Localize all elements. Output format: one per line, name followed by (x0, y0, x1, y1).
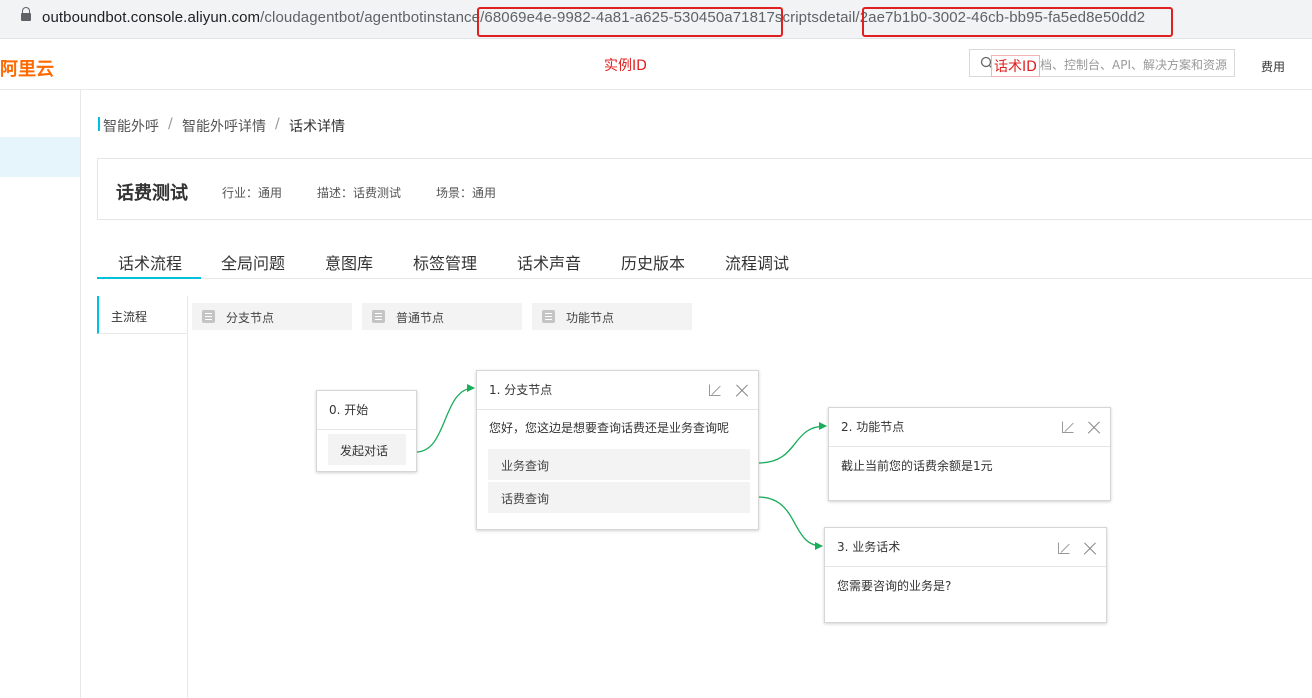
node-text: 您好，您这边是想要查询话费还是业务查询呢 (489, 421, 730, 435)
node-start[interactable]: 0. 开始 发起对话 (316, 390, 417, 472)
node-title: 1. 分支节点 (489, 383, 553, 397)
edge-start-to-branch (415, 384, 475, 453)
close-icon[interactable] (1083, 542, 1097, 556)
close-icon[interactable] (1087, 421, 1101, 435)
branch-option-label: 话费查询 (501, 492, 550, 506)
edge-option2-to-business (757, 496, 823, 550)
close-icon[interactable] (735, 384, 749, 398)
branch-option-label: 业务查询 (501, 459, 550, 473)
node-function[interactable]: 2. 功能节点 截止当前您的话费余额是1元 (828, 407, 1111, 501)
edge-option1-to-function (757, 422, 827, 464)
node-branch[interactable]: 1. 分支节点 您好，您这边是想要查询话费还是业务查询呢 业务查询 话费查询 (476, 370, 759, 530)
node-header: 0. 开始 (317, 391, 416, 430)
node-title: 2. 功能节点 (841, 420, 905, 434)
node-text: 截止当前您的话费余额是1元 (841, 459, 993, 473)
edit-icon[interactable] (1058, 542, 1070, 554)
flow-edges (415, 384, 827, 550)
start-dialog-button[interactable]: 发起对话 (328, 434, 406, 465)
node-business[interactable]: 3. 业务话术 您需要咨询的业务是? (824, 527, 1107, 623)
edit-icon[interactable] (709, 384, 721, 396)
branch-option[interactable]: 话费查询 (488, 482, 750, 513)
node-title: 0. 开始 (329, 403, 369, 417)
edit-icon[interactable] (1062, 421, 1074, 433)
start-dialog-label: 发起对话 (340, 444, 389, 458)
branch-option[interactable]: 业务查询 (488, 449, 750, 480)
node-title: 3. 业务话术 (837, 540, 901, 554)
node-text: 您需要咨询的业务是? (837, 579, 952, 593)
